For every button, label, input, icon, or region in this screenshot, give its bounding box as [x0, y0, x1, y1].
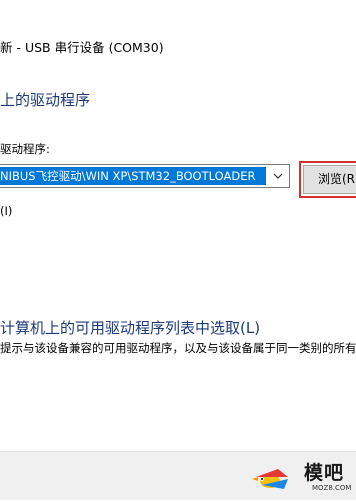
include-subfolders-label[interactable]: (I) [0, 204, 12, 218]
window-title: 新 - USB 串行设备 (COM30) [0, 40, 164, 55]
driver-path-value[interactable]: NIBUS飞控驱动\WIN XP\STM32_BOOTLOADER [0, 167, 266, 185]
pick-from-list-link[interactable]: 计算机上的可用驱动程序列表中选取(L) [0, 317, 260, 338]
bird-icon [252, 469, 288, 489]
pick-from-list-description: 提示与该设备兼容的可用驱动程序，以及与该设备属于同一类别的所有 [0, 341, 356, 355]
window-titlebar: 新 - USB 串行设备 (COM30) [0, 0, 356, 76]
chevron-down-icon[interactable] [267, 165, 289, 187]
driver-path-label: 驱动程序: [0, 142, 50, 156]
watermark-text: 模吧 [304, 462, 345, 484]
watermark-logo: 模吧 MOZ8.COM [248, 451, 356, 499]
browse-button[interactable]: 浏览(R) [303, 165, 356, 194]
page-heading: 上的驱动程序 [0, 91, 91, 109]
watermark-subtext: MOZ8.COM [312, 484, 352, 492]
driver-path-combobox[interactable]: NIBUS飞控驱动\WIN XP\STM32_BOOTLOADER [0, 164, 290, 188]
